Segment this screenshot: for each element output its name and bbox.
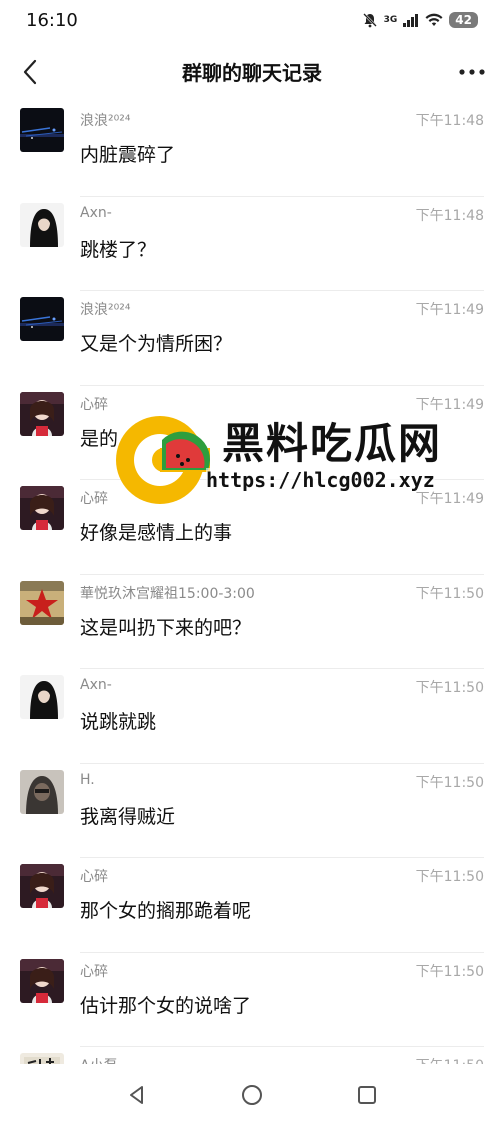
message-text: 跳楼了？ [80, 238, 157, 261]
sender-name: 心碎 [80, 396, 108, 413]
message-time: 下午11:50 [415, 963, 484, 980]
message-time: 下午11:50 [415, 585, 484, 602]
message-time: 下午11:49 [415, 302, 484, 318]
message-text: 又是个为情所困？ [80, 333, 233, 355]
system-back-button[interactable] [117, 1075, 157, 1115]
sender-name: 浪浪²⁰²⁴ [80, 302, 131, 318]
chat-message[interactable]: 心碎 下午11:50 那个女的搁那跪着呢 [0, 858, 504, 953]
avatar[interactable] [20, 580, 64, 625]
signal-icon [403, 13, 419, 27]
message-text: 估计那个女的说啥了 [80, 994, 252, 1017]
chat-message[interactable]: 心碎 下午11:50 估计那个女的说啥了 [0, 953, 504, 1047]
message-text: 说跳就跳 [80, 711, 157, 733]
nav-bar: 群聊的聊天记录 [0, 40, 504, 102]
status-time: 16:10 [26, 9, 78, 31]
avatar[interactable] [20, 769, 64, 814]
message-text: 内脏震碎了 [80, 144, 176, 166]
message-time: 下午11:50 [415, 680, 484, 696]
more-dots-icon [459, 69, 485, 75]
message-text: 那个女的搁那跪着呢 [80, 900, 252, 922]
chat-message[interactable]: 浪浪²⁰²⁴ 下午11:49 又是个为情所困？ [0, 291, 504, 386]
page-title: 群聊的聊天记录 [182, 60, 322, 85]
chat-message[interactable]: 浪浪²⁰²⁴ 下午11:48 内脏震碎了 [0, 102, 504, 197]
chat-message[interactable]: Axn- 下午11:50 说跳就跳 [0, 669, 504, 764]
message-time: 下午11:50 [415, 774, 484, 791]
more-button[interactable] [454, 54, 490, 90]
chat-message[interactable]: A小磊 下午11:50 [0, 1047, 504, 1064]
watermark-title: 黑料吃瓜网 [221, 418, 443, 469]
sender-name: 心碎 [80, 869, 108, 885]
chat-message[interactable]: Axn- 下午11:48 跳楼了？ [0, 197, 504, 291]
avatar[interactable] [20, 108, 64, 152]
watermark-logo [116, 416, 211, 504]
back-button[interactable] [12, 54, 48, 90]
message-text: 好像是感情上的事 [80, 522, 233, 544]
sender-name: 華悦玖沐宫耀祖15:00-3:00 [80, 585, 255, 602]
network-type: 3G [383, 14, 398, 25]
battery-indicator: 42 [449, 12, 478, 28]
sender-name: A小磊 [80, 1055, 118, 1064]
system-nav-bar [0, 1064, 504, 1125]
avatar[interactable] [20, 675, 64, 719]
avatar[interactable] [20, 202, 64, 247]
watermark: 黑料吃瓜网 https://hlcg002.xyz [112, 410, 472, 520]
sender-name: Axn- [80, 204, 112, 221]
avatar[interactable] [20, 958, 64, 1003]
sender-name: 心碎 [80, 963, 108, 980]
avatar[interactable] [20, 486, 64, 530]
watermark-url[interactable]: https://hlcg002.xyz [206, 468, 435, 492]
message-time: 下午11:48 [415, 207, 484, 224]
message-time: 下午11:48 [415, 113, 484, 129]
wifi-icon [425, 13, 443, 27]
square-recents-icon [357, 1085, 376, 1104]
circle-home-icon [241, 1084, 262, 1105]
message-time: 下午11:50 [416, 1055, 484, 1064]
triangle-back-icon [130, 1085, 144, 1104]
avatar[interactable] [20, 864, 64, 908]
system-recents-button[interactable] [347, 1075, 387, 1115]
status-bar: 16:10 3G 42 [0, 0, 504, 40]
avatar[interactable] [20, 1053, 64, 1064]
chevron-left-icon [23, 59, 37, 85]
sender-name: H. [80, 771, 95, 788]
chat-message[interactable]: 華悦玖沐宫耀祖15:00-3:00 下午11:50 这是叫扔下来的吧？ [0, 575, 504, 669]
status-icons: 3G 42 [362, 12, 478, 28]
avatar[interactable] [20, 391, 64, 436]
sender-name: 心碎 [80, 491, 108, 507]
sender-name: Axn- [80, 677, 112, 693]
mute-bell-icon [362, 12, 378, 28]
message-list[interactable]: 浪浪²⁰²⁴ 下午11:48 内脏震碎了 Axn- 下午11:48 跳楼了？ 浪浪²⁰²⁴ 下… [0, 102, 504, 1064]
sender-name: 浪浪²⁰²⁴ [80, 113, 131, 129]
message-time: 下午11:50 [415, 869, 484, 885]
message-text: 我离得贼近 [80, 805, 176, 828]
message-text: 这是叫扔下来的吧？ [80, 616, 252, 639]
avatar[interactable] [20, 297, 64, 341]
chat-message[interactable]: H. 下午11:50 我离得贼近 [0, 764, 504, 858]
system-home-button[interactable] [232, 1075, 272, 1115]
